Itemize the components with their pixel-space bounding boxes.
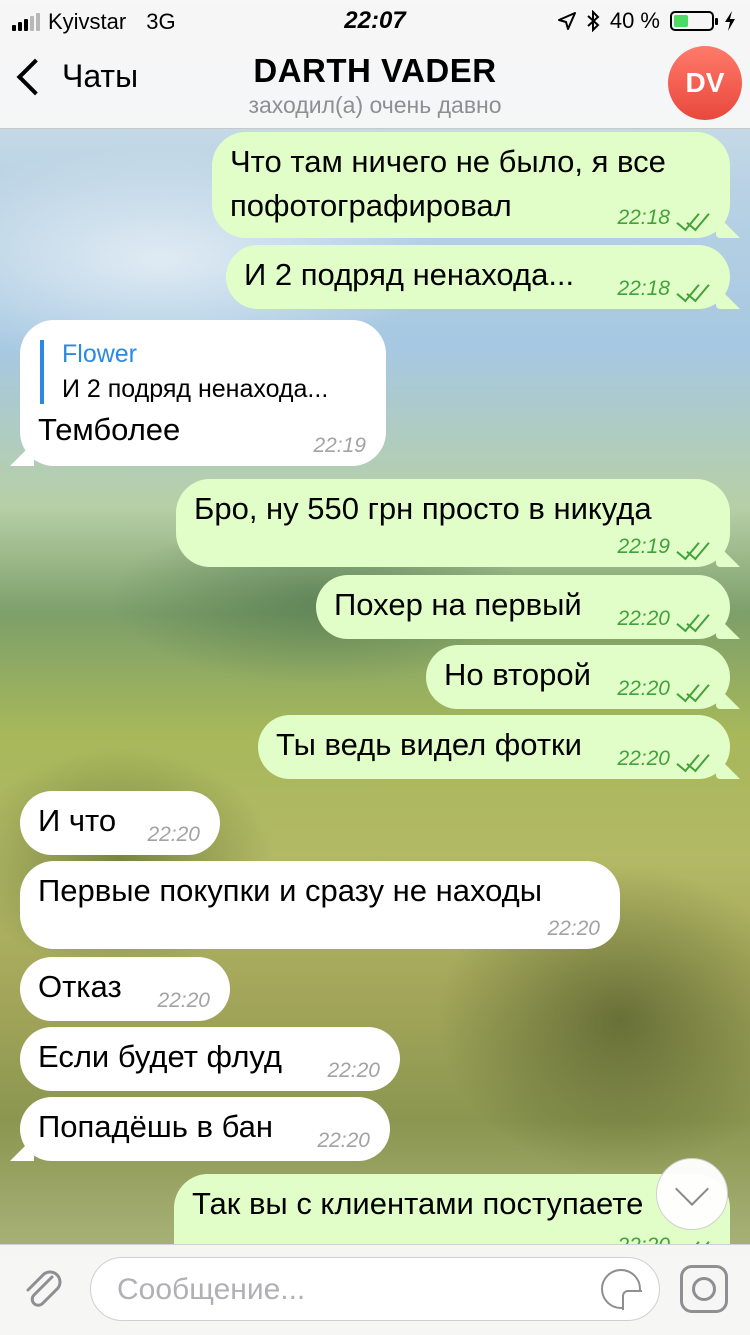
camera-icon[interactable] bbox=[680, 1265, 728, 1313]
message-time: 22:18 bbox=[617, 277, 670, 300]
message-incoming[interactable]: Первые покупки и сразу не находы 22:20 bbox=[20, 861, 620, 949]
message-time: 22:20 bbox=[547, 917, 600, 940]
message-outgoing[interactable]: Ты ведь видел фотки 22:20 bbox=[258, 715, 730, 779]
message-composer: Сообщение... bbox=[0, 1244, 750, 1335]
double-check-icon bbox=[676, 535, 710, 561]
message-time: 22:20 bbox=[327, 1059, 380, 1082]
message-time: 22:18 bbox=[617, 206, 670, 229]
message-incoming[interactable]: Попадёшь в бан 22:20 bbox=[20, 1097, 390, 1161]
message-input-placeholder: Сообщение... bbox=[117, 1273, 306, 1306]
message-outgoing[interactable]: Что там ничего не было, я все пофотограф… bbox=[212, 132, 730, 238]
message-outgoing[interactable]: И 2 подряд ненахода... 22:18 bbox=[226, 245, 730, 309]
battery-icon bbox=[670, 11, 718, 31]
message-meta: 22:18 bbox=[617, 277, 710, 303]
message-meta: 22:20 bbox=[157, 989, 210, 1013]
message-outgoing[interactable]: Так вы с клиентами поступаете 22:20 bbox=[174, 1174, 730, 1244]
message-meta: 22:19 bbox=[313, 434, 366, 458]
message-meta: 22:20 bbox=[547, 917, 600, 941]
reply-author: Flower bbox=[62, 340, 138, 368]
chat-header: Чаты DARTH VADER заходил(а) очень давно … bbox=[0, 40, 750, 129]
message-outgoing[interactable]: Похер на первый 22:20 bbox=[316, 575, 730, 639]
message-text: Бро, ну 550 грн просто в никуда bbox=[194, 491, 652, 526]
message-time: 22:20 bbox=[617, 1234, 670, 1244]
message-meta: 22:20 bbox=[617, 677, 710, 703]
message-time: 22:20 bbox=[617, 607, 670, 630]
message-text: Первые покупки и сразу не находы bbox=[38, 873, 543, 908]
message-time: 22:20 bbox=[157, 989, 210, 1012]
message-incoming[interactable]: Flower И 2 подряд ненахода... Темболее 2… bbox=[20, 320, 386, 466]
double-check-icon bbox=[676, 607, 710, 633]
double-check-icon bbox=[676, 1234, 710, 1244]
message-outgoing[interactable]: Бро, ну 550 грн просто в никуда 22:19 bbox=[176, 479, 730, 567]
message-time: 22:20 bbox=[147, 823, 200, 846]
last-seen-status: заходил(а) очень давно bbox=[248, 92, 502, 118]
status-bar: Kyivstar 3G 22:07 40 % bbox=[0, 0, 750, 40]
battery-fill bbox=[674, 15, 688, 27]
message-time: 22:20 bbox=[317, 1129, 370, 1152]
double-check-icon bbox=[676, 277, 710, 303]
scroll-to-bottom-button[interactable] bbox=[656, 1158, 728, 1230]
message-meta: 22:20 bbox=[617, 1234, 710, 1244]
reply-text: И 2 подряд ненахода... bbox=[62, 375, 329, 403]
status-right: 40 % bbox=[557, 8, 736, 34]
message-meta: 22:20 bbox=[617, 607, 710, 633]
double-check-icon bbox=[676, 206, 710, 232]
avatar[interactable]: DV bbox=[668, 46, 742, 120]
message-meta: 22:20 bbox=[147, 823, 200, 847]
message-meta: 22:20 bbox=[317, 1129, 370, 1153]
double-check-icon bbox=[676, 677, 710, 703]
message-meta: 22:20 bbox=[327, 1059, 380, 1083]
chevron-down-icon bbox=[675, 1172, 709, 1206]
location-icon bbox=[557, 12, 576, 30]
chat-title[interactable]: DARTH VADER bbox=[0, 52, 750, 90]
message-meta: 22:18 bbox=[617, 206, 710, 232]
message-time: 22:19 bbox=[617, 535, 670, 558]
message-incoming[interactable]: И что 22:20 bbox=[20, 791, 220, 855]
reply-preview[interactable]: Flower И 2 подряд ненахода... bbox=[40, 340, 368, 404]
message-incoming[interactable]: Если будет флуд 22:20 bbox=[20, 1027, 400, 1091]
message-time: 22:19 bbox=[313, 434, 366, 457]
message-time: 22:20 bbox=[617, 677, 670, 700]
message-time: 22:20 bbox=[617, 747, 670, 770]
paperclip-icon[interactable] bbox=[18, 1263, 68, 1313]
message-text-line: Что там ничего не было, я все bbox=[230, 144, 666, 179]
message-text: Так вы с клиентами поступаете bbox=[192, 1186, 644, 1221]
battery-percent: 40 % bbox=[609, 8, 660, 33]
message-meta: 22:20 bbox=[617, 747, 710, 773]
charging-icon bbox=[725, 11, 735, 31]
double-check-icon bbox=[676, 747, 710, 773]
message-incoming[interactable]: Отказ 22:20 bbox=[20, 957, 230, 1021]
sticker-icon[interactable] bbox=[601, 1269, 642, 1310]
message-input[interactable]: Сообщение... bbox=[90, 1257, 660, 1321]
message-meta: 22:19 bbox=[617, 535, 710, 561]
message-outgoing[interactable]: Но второй 22:20 bbox=[426, 645, 730, 709]
bluetooth-icon bbox=[587, 10, 600, 32]
